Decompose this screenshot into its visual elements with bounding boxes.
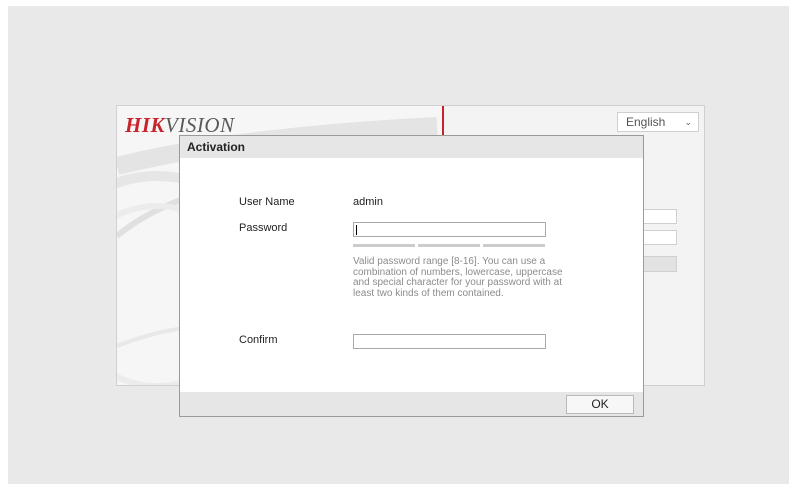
activation-dialog: Activation User Name admin Password Vali… [179, 135, 644, 417]
dialog-title: Activation [180, 136, 643, 158]
password-input[interactable] [353, 222, 546, 237]
language-select[interactable]: English ⌄ [617, 112, 699, 132]
username-label: User Name [239, 196, 295, 208]
hikvision-logo: HIKVISION [125, 113, 235, 137]
password-strength-bar-3 [483, 244, 545, 247]
browser-viewport: HIKVISION English ⌄ Activation User Name… [8, 6, 789, 484]
password-hint: Valid password range [8-16]. You can use… [353, 256, 563, 299]
password-strength-bar-1 [353, 244, 415, 247]
password-strength-bar-2 [418, 244, 480, 247]
text-cursor [356, 225, 357, 235]
login-button[interactable] [642, 256, 677, 272]
password-label: Password [239, 222, 288, 234]
chevron-down-icon: ⌄ [684, 117, 692, 127]
red-divider [442, 106, 444, 136]
login-username-field[interactable] [642, 209, 677, 224]
login-password-field[interactable] [642, 230, 677, 245]
username-value: admin [353, 196, 383, 208]
confirm-label: Confirm [239, 334, 278, 346]
language-select-value: English [626, 115, 666, 129]
ok-button[interactable]: OK [566, 395, 634, 414]
confirm-password-input[interactable] [353, 334, 546, 349]
dialog-footer: OK [180, 392, 643, 416]
